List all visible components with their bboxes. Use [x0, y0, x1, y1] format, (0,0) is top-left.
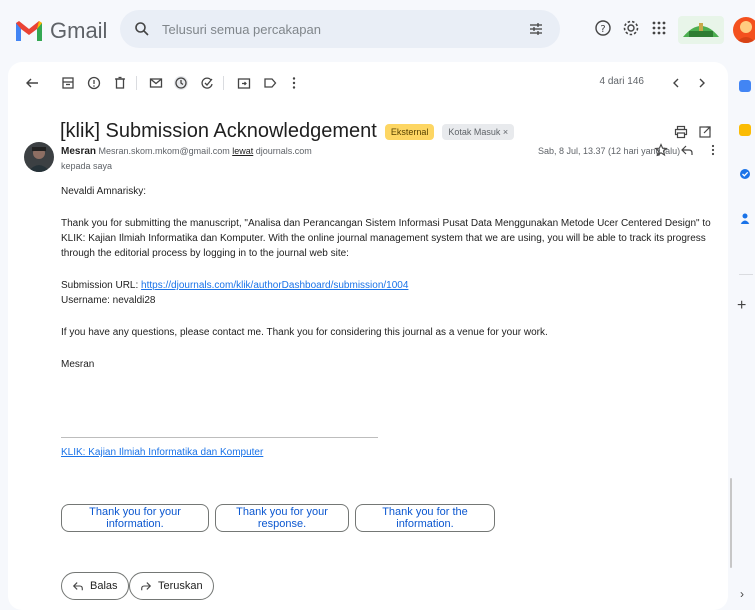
top-bar: Gmail ?: [0, 0, 755, 62]
forward-button[interactable]: Teruskan: [129, 572, 214, 600]
recipient-line[interactable]: kepada saya: [61, 161, 112, 171]
star-icon[interactable]: [654, 143, 668, 157]
add-task-icon[interactable]: [199, 75, 215, 91]
search-input[interactable]: [160, 20, 504, 38]
snooze-icon[interactable]: [173, 75, 189, 91]
smart-reply-button[interactable]: Thank you for your response.: [215, 504, 349, 532]
smart-reply-button[interactable]: Thank you for your information.: [61, 504, 209, 532]
collapse-panel-icon[interactable]: ›: [740, 587, 744, 601]
reply-button[interactable]: Balas: [61, 572, 129, 600]
contacts-icon[interactable]: [739, 212, 751, 224]
add-app-icon[interactable]: +: [737, 297, 746, 315]
back-icon[interactable]: [24, 75, 40, 91]
journal-link[interactable]: KLIK: Kajian Ilmiah Informatika dan Komp…: [61, 447, 263, 458]
prev-icon[interactable]: [668, 75, 684, 91]
apps-icon[interactable]: [650, 19, 668, 37]
calendar-icon[interactable]: [739, 80, 751, 92]
message-view: 4 dari 146 [klik] Submission Acknowledge…: [8, 62, 728, 610]
signature-divider: [61, 437, 378, 438]
url-label: Submission URL:: [61, 280, 139, 291]
reply-arrow-icon: [72, 582, 83, 591]
app-name: Gmail: [50, 18, 108, 43]
report-icon[interactable]: [86, 75, 102, 91]
submission-info: Submission URL: https://djournals.com/kl…: [61, 278, 711, 308]
archive-icon[interactable]: [60, 75, 76, 91]
subject-row: [klik] Submission Acknowledgement Ekster…: [60, 120, 515, 143]
inbox-label[interactable]: Kotak Masuk ×: [442, 123, 515, 140]
email-body: Nevaldi Amnarisky: Thank you for submitt…: [61, 184, 711, 389]
username-line: Username: nevaldi28: [61, 295, 156, 306]
account-avatar[interactable]: [733, 17, 755, 43]
rail-divider: [739, 274, 753, 275]
forward-label: Teruskan: [158, 580, 203, 592]
smart-reply-button[interactable]: Thank you for the information.: [355, 504, 495, 532]
tasks-icon[interactable]: [739, 168, 751, 180]
body-paragraph: If you have any questions, please contac…: [61, 327, 548, 338]
next-icon[interactable]: [694, 75, 710, 91]
sender-avatar[interactable]: [24, 142, 54, 172]
organization-logo[interactable]: [678, 16, 724, 44]
email-subject: [klik] Submission Acknowledgement: [60, 120, 377, 142]
settings-icon[interactable]: [622, 19, 640, 37]
gmail-logo-icon: [16, 21, 42, 41]
forward-arrow-icon: [141, 582, 152, 591]
reply-label: Balas: [90, 580, 118, 592]
body-paragraph: Thank you for submitting the manuscript,…: [61, 218, 711, 259]
external-label[interactable]: Eksternal: [384, 123, 435, 140]
reply-icon[interactable]: [680, 143, 694, 157]
signoff: Mesran: [61, 359, 95, 370]
side-panel-rail: + ›: [737, 62, 755, 604]
label-icon[interactable]: [262, 75, 278, 91]
via-domain: djournals.com: [255, 146, 312, 156]
help-icon[interactable]: ?: [594, 19, 612, 37]
via-link[interactable]: lewat: [232, 146, 253, 156]
mark-unread-icon[interactable]: [148, 75, 164, 91]
pagination-text: 4 dari 146: [599, 76, 644, 87]
gmail-logo[interactable]: Gmail: [14, 18, 107, 44]
more-options-icon[interactable]: [706, 143, 720, 157]
svg-text:?: ?: [600, 24, 605, 35]
search-icon[interactable]: [134, 21, 150, 37]
sender-avatar-icon: [28, 147, 50, 172]
sender-name[interactable]: Mesran: [61, 146, 96, 157]
more-icon[interactable]: [286, 75, 302, 91]
search-bar[interactable]: [120, 10, 560, 48]
open-new-window-icon[interactable]: [698, 125, 712, 139]
print-icon[interactable]: [674, 125, 688, 139]
move-to-icon[interactable]: [236, 75, 252, 91]
greeting: Nevaldi Amnarisky:: [61, 186, 147, 197]
message-toolbar: 4 dari 146: [8, 62, 728, 102]
organization-logo-icon: [683, 23, 719, 37]
scrollbar[interactable]: [730, 478, 732, 568]
sender-address: Mesran.skom.mkom@gmail.com: [98, 146, 230, 156]
account-avatar-icon: [736, 21, 755, 43]
toolbar-divider: [223, 76, 224, 90]
submission-url-link[interactable]: https://djournals.com/klik/authorDashboa…: [141, 280, 408, 291]
sender-info: Mesran Mesran.skom.mkom@gmail.com lewat …: [61, 146, 312, 157]
filter-icon[interactable]: [528, 21, 544, 37]
keep-icon[interactable]: [739, 124, 751, 136]
toolbar-divider: [136, 76, 137, 90]
delete-icon[interactable]: [112, 75, 128, 91]
